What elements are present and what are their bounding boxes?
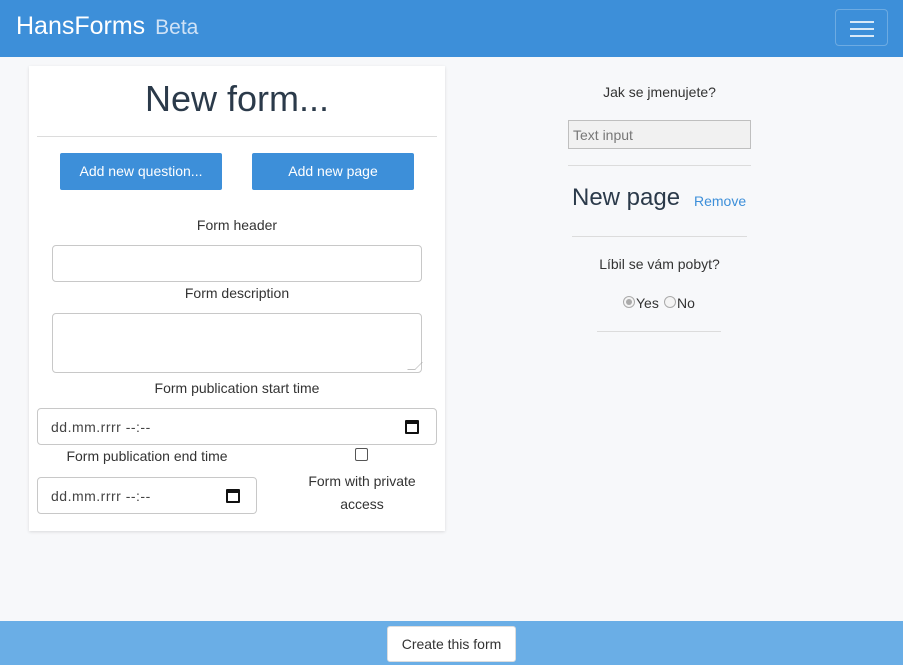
calendar-icon[interactable] <box>405 420 419 434</box>
menu-toggle-button[interactable] <box>835 9 888 46</box>
form-header-label: Form header <box>196 217 278 233</box>
start-time-value: dd.mm.rrrr --:-- <box>51 419 151 435</box>
page-title: New page <box>572 184 681 211</box>
question-jmeno: Jak se jmenujete? <box>603 84 716 100</box>
private-access-checkbox[interactable] <box>355 448 368 461</box>
brand[interactable]: HansForms Beta <box>16 12 198 41</box>
question-pobyt: Líbil se vám pobyt? <box>599 256 720 272</box>
text-input-placeholder: Text input <box>573 127 633 143</box>
navbar: HansForms Beta <box>0 0 903 57</box>
radio-no-label: No <box>677 295 695 311</box>
form-header-input[interactable] <box>52 245 422 282</box>
end-time-value: dd.mm.rrrr --:-- <box>51 488 151 504</box>
end-time-input[interactable]: dd.mm.rrrr --:-- <box>37 477 257 514</box>
beta-badge: Beta <box>155 16 199 39</box>
hamburger-icon <box>850 21 874 23</box>
radio-no[interactable] <box>664 296 676 308</box>
radio-yes[interactable] <box>623 296 635 308</box>
divider <box>572 236 747 237</box>
add-question-button[interactable]: Add new question... <box>60 153 222 190</box>
divider <box>37 136 437 137</box>
divider <box>568 165 751 166</box>
brand-name: HansForms <box>16 12 146 40</box>
resize-handle-icon[interactable] <box>407 362 423 370</box>
calendar-icon[interactable] <box>226 489 240 503</box>
radio-yes-label: Yes <box>636 295 659 311</box>
private-access-label: Form with private access <box>308 473 416 512</box>
start-time-input[interactable]: dd.mm.rrrr --:-- <box>37 408 437 445</box>
divider <box>597 331 721 332</box>
form-description-textarea[interactable] <box>52 313 423 373</box>
end-time-label: Form publication end time <box>66 448 228 464</box>
create-form-button[interactable]: Create this form <box>387 626 516 662</box>
form-editor-card: New form... Add new question... Add new … <box>29 66 445 531</box>
hamburger-icon <box>850 35 874 37</box>
text-input-preview[interactable]: Text input <box>568 120 751 149</box>
add-page-button[interactable]: Add new page <box>252 153 414 190</box>
form-title: New form... <box>144 78 330 119</box>
hamburger-icon <box>850 28 874 30</box>
form-description-label: Form description <box>184 285 290 301</box>
start-time-label: Form publication start time <box>154 380 320 396</box>
footer-bar: Create this form <box>0 621 903 665</box>
remove-page-link[interactable]: Remove <box>694 193 746 209</box>
